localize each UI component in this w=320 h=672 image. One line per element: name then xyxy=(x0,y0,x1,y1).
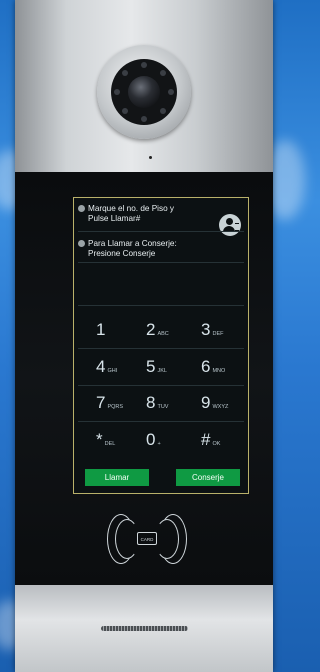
divider xyxy=(78,348,244,349)
camera-lens xyxy=(128,76,160,108)
divider xyxy=(78,231,244,232)
key-4[interactable]: 4 GHI xyxy=(96,357,117,377)
key-9[interactable]: 9 WXYZ xyxy=(201,393,228,413)
divider xyxy=(78,262,244,263)
key-2[interactable]: 2 ABC xyxy=(146,320,169,340)
key-8[interactable]: 8 TUV xyxy=(146,393,168,413)
key-7[interactable]: 7 PQRS xyxy=(96,393,123,413)
touch-screen: Marque el no. de Piso y Pulse Llamar# Pa… xyxy=(73,197,249,494)
bullet-icon xyxy=(78,240,85,247)
key-0[interactable]: 0 + xyxy=(146,430,161,450)
rfid-wave-icon xyxy=(155,519,179,559)
message-concierge-line1: Para Llamar a Conserje: xyxy=(88,239,177,248)
concierge-button[interactable]: Conserje xyxy=(176,469,240,486)
ir-led xyxy=(141,116,147,122)
key-3[interactable]: 3 DEF xyxy=(201,320,223,340)
message-concierge: Para Llamar a Conserje: Presione Conserj… xyxy=(78,239,218,259)
intercom-panel: Marque el no. de Piso y Pulse Llamar# Pa… xyxy=(15,0,273,672)
key-hash[interactable]: # OK xyxy=(201,430,220,450)
ir-led xyxy=(122,108,128,114)
microphone xyxy=(149,156,152,159)
card-reader[interactable]: CARD xyxy=(105,510,189,570)
message-concierge-line2: Presione Conserje xyxy=(88,249,156,258)
rfid-wave-icon xyxy=(115,519,139,559)
camera-housing xyxy=(111,59,177,125)
key-5[interactable]: 5 JKL xyxy=(146,357,167,377)
divider xyxy=(78,385,244,386)
key-star[interactable]: * DEL xyxy=(96,430,115,450)
ir-led xyxy=(168,89,174,95)
ir-led xyxy=(114,89,120,95)
message-floor: Marque el no. de Piso y Pulse Llamar# xyxy=(78,204,218,224)
camera xyxy=(97,45,191,139)
bullet-icon xyxy=(78,205,85,212)
contacts-icon[interactable] xyxy=(219,214,241,236)
ir-led xyxy=(160,70,166,76)
divider xyxy=(78,305,244,306)
ir-led xyxy=(122,70,128,76)
card-icon: CARD xyxy=(137,532,157,545)
message-floor-line1: Marque el no. de Piso y xyxy=(88,204,175,213)
key-1[interactable]: 1 xyxy=(96,320,107,340)
call-button[interactable]: Llamar xyxy=(85,469,149,486)
divider xyxy=(78,421,244,422)
key-6[interactable]: 6 MNO xyxy=(201,357,225,377)
message-floor-line2: Pulse Llamar# xyxy=(88,214,141,223)
ir-led xyxy=(160,108,166,114)
speaker-grille xyxy=(101,626,188,631)
ir-led xyxy=(141,62,147,68)
